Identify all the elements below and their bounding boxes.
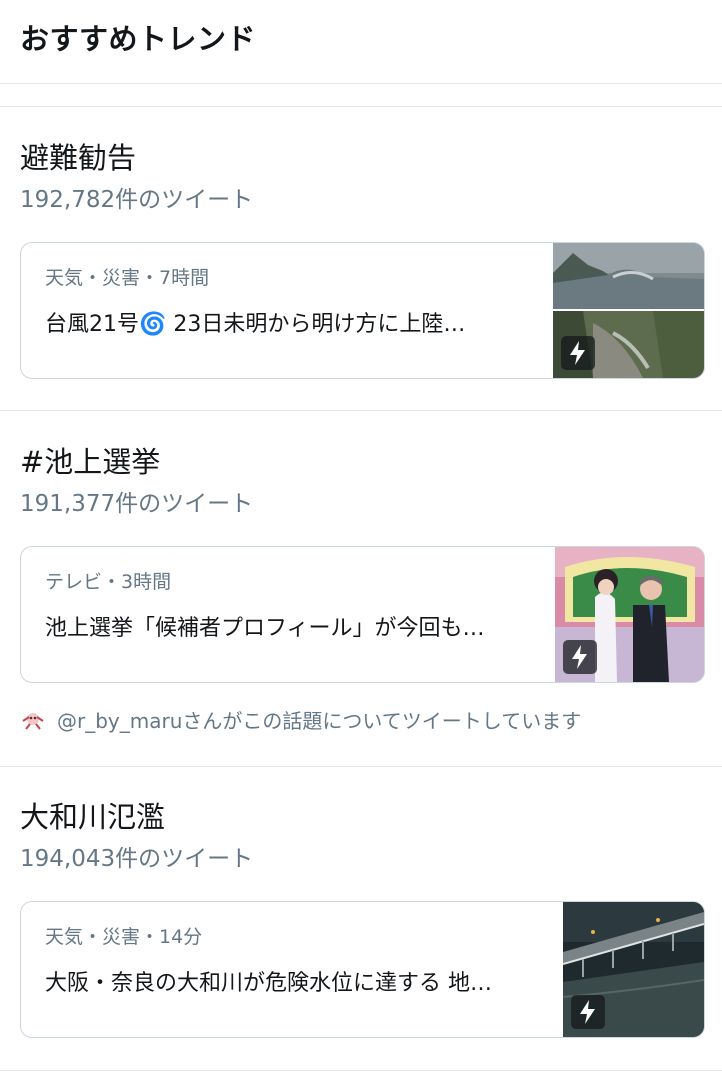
page-header: おすすめトレンド [0,0,722,84]
card-thumbnail [555,547,704,682]
divider [0,410,722,411]
tweet-count: 194,043件のツイート [20,846,254,872]
tweet-count: 191,377件のツイート [20,491,254,517]
card-meta: 天気・災害・7時間 [45,267,210,289]
card-headline: 台風21号🌀 23日未明から明け方に上陸… [45,312,466,337]
trend-name[interactable]: #池上選挙 [20,443,160,481]
card-meta: テレビ・3時間 [45,571,172,593]
divider [0,1070,722,1071]
page-title: おすすめトレンド [20,22,257,56]
avatar-icon [20,709,46,741]
trend-name[interactable]: 避難勧告 [20,139,136,177]
card-headline: 大阪・奈良の大和川が危険水位に達する 地… [45,971,492,996]
card-meta: 天気・災害・14分 [45,926,203,948]
lightning-icon [563,640,597,674]
mention-text: さんがこの話題についてツイートしています [182,709,582,733]
lightning-icon [571,995,605,1029]
card-headline: 池上選挙「候補者プロフィール」が今回も… [45,616,485,641]
card-thumbnail [553,243,704,378]
news-card[interactable]: 天気・災害・14分 大阪・奈良の大和川が危険水位に達する 地… [20,901,705,1038]
divider [0,766,722,767]
tweet-count: 192,782件のツイート [20,187,254,213]
lightning-icon [561,336,595,370]
trend-name[interactable]: 大和川氾濫 [20,798,165,836]
news-card[interactable]: 天気・災害・7時間 台風21号🌀 23日未明から明け方に上陸… [20,242,705,379]
mention-username[interactable]: @r_by_maru [57,709,182,733]
card-thumbnail [563,902,704,1037]
news-card[interactable]: テレビ・3時間 池上選挙「候補者プロフィール」が今回も… [20,546,705,683]
divider [0,106,722,107]
